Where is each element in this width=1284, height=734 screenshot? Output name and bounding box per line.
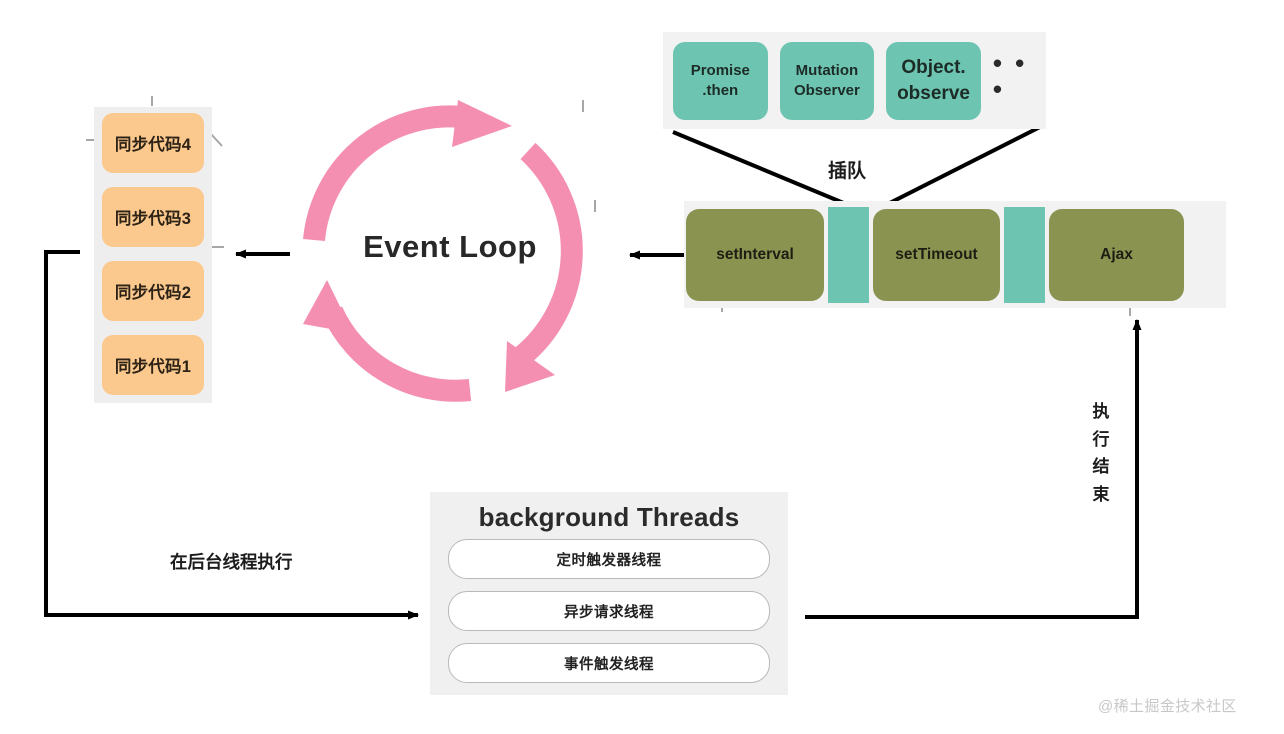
macrotask-item-settimeout[interactable]: setTimeout bbox=[873, 208, 1000, 301]
thread-row-timer[interactable]: 定时触发器线程 bbox=[448, 539, 770, 579]
microtask-item-mutation-observer[interactable]: Mutation Observer bbox=[779, 41, 875, 120]
label-execution-done: 执 行 结 束 bbox=[1090, 398, 1112, 508]
macrotask-item-ajax[interactable]: Ajax bbox=[1049, 208, 1184, 301]
background-threads-panel: background Threads 定时触发器线程 异步请求线程 事件触发线程 bbox=[430, 492, 788, 695]
microtask-slot-2[interactable] bbox=[1004, 206, 1045, 303]
event-loop-label: Event Loop bbox=[363, 229, 537, 264]
microtask-queue-panel: Promise .then Mutation Observer Object. … bbox=[663, 32, 1046, 129]
microtask-slot-1[interactable] bbox=[828, 206, 869, 303]
sync-code-item[interactable]: 同步代码4 bbox=[102, 113, 204, 173]
microtask-label-line2: observe bbox=[897, 82, 970, 104]
macrotask-queue: setInterval setTimeout Ajax bbox=[684, 201, 1226, 308]
diagram-canvas: 同步代码4 同步代码3 同步代码2 同步代码1 Event Loop Promi… bbox=[0, 0, 1284, 734]
sync-code-item[interactable]: 同步代码2 bbox=[102, 261, 204, 321]
label-execution-done-char: 执 bbox=[1092, 402, 1110, 421]
watermark: @稀土掘金技术社区 bbox=[1098, 698, 1237, 715]
sync-code-item[interactable]: 同步代码3 bbox=[102, 187, 204, 247]
microtask-ellipsis-icon: • • • bbox=[992, 47, 1028, 104]
label-insert-queue: 插队 bbox=[828, 161, 867, 182]
microtask-label-line1: Mutation bbox=[795, 61, 859, 79]
sync-code-stack: 同步代码4 同步代码3 同步代码2 同步代码1 bbox=[94, 107, 212, 403]
microtask-label-line2: Observer bbox=[793, 81, 860, 99]
macrotask-item-setinterval[interactable]: setInterval bbox=[686, 208, 824, 301]
background-threads-title: background Threads bbox=[478, 502, 740, 532]
microtask-item-object-observe[interactable]: Object. observe bbox=[886, 41, 981, 120]
sync-code-item[interactable]: 同步代码1 bbox=[102, 335, 204, 395]
thread-row-async-request[interactable]: 异步请求线程 bbox=[448, 591, 770, 631]
microtask-label-line1: Promise bbox=[690, 61, 750, 79]
label-execution-done-char: 束 bbox=[1092, 484, 1110, 504]
event-loop: Event Loop bbox=[290, 98, 610, 410]
microtask-label-line2: .then bbox=[702, 81, 739, 99]
path-threads-to-queue bbox=[805, 319, 1142, 619]
microtask-item-promise[interactable]: Promise .then bbox=[673, 41, 768, 120]
microtask-label-line1: Object. bbox=[901, 57, 966, 79]
label-run-in-background: 在后台线程执行 bbox=[170, 552, 293, 572]
label-execution-done-char: 结 bbox=[1092, 457, 1110, 477]
thread-row-event-trigger[interactable]: 事件触发线程 bbox=[448, 643, 770, 683]
label-execution-done-char: 行 bbox=[1092, 429, 1110, 449]
